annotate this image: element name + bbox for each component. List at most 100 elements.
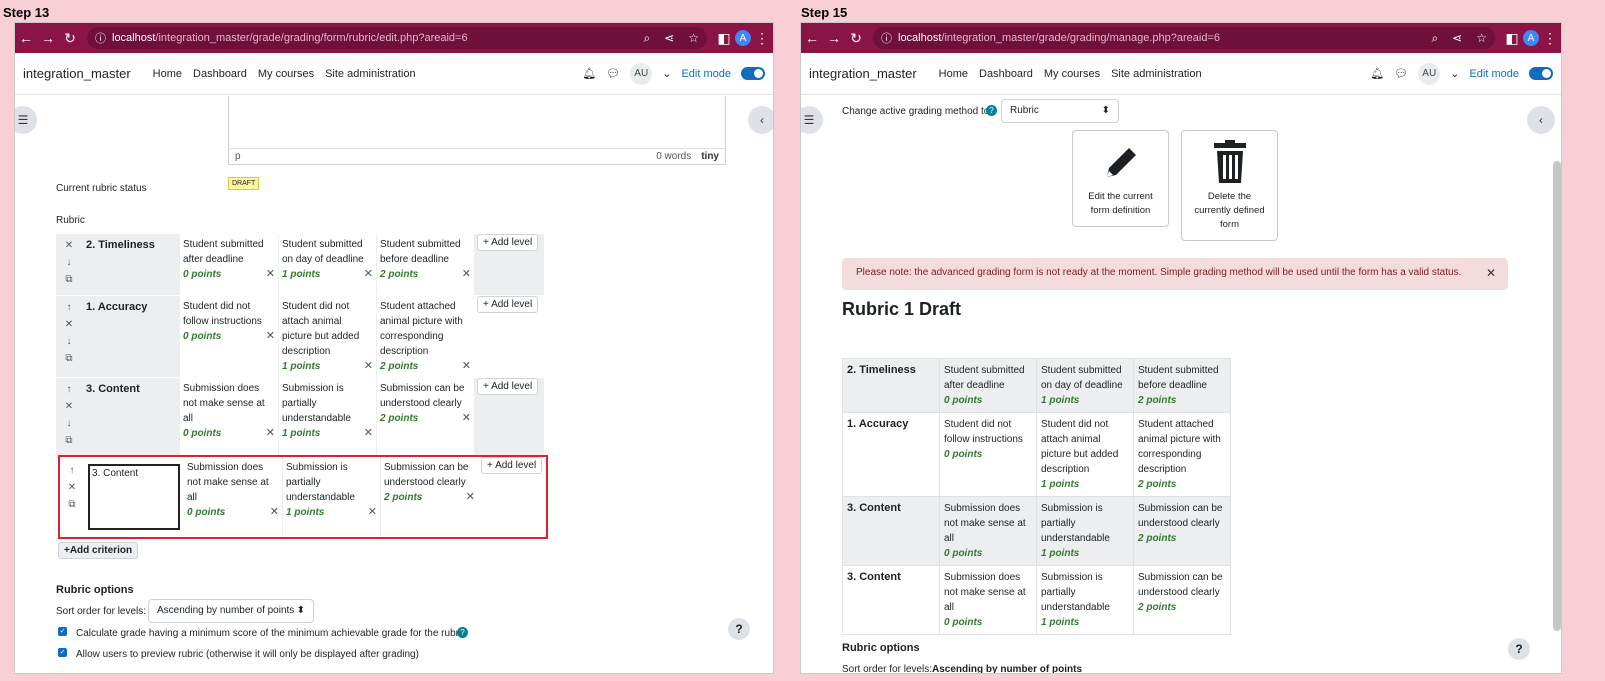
delete-level-icon[interactable]: ✕ (266, 329, 275, 344)
nav-site-administration[interactable]: Site administration (325, 68, 416, 80)
move-up-icon[interactable]: ↑ (67, 384, 72, 395)
add-level-button[interactable]: + Add level (481, 457, 543, 474)
move-up-icon[interactable]: ↑ (67, 302, 72, 313)
reload-icon[interactable]: ↻ (845, 30, 867, 47)
delete-level-icon[interactable]: ✕ (462, 267, 471, 282)
level-cell[interactable]: Submission is partially understandable 1 … (282, 457, 380, 537)
browser-menu-icon[interactable]: ⋮ (1539, 30, 1561, 47)
level-cell[interactable]: Submission does not make sense at all 0 p… (180, 378, 278, 458)
help-circle-icon[interactable]: ? (986, 105, 997, 116)
delete-level-icon[interactable]: ✕ (364, 426, 373, 441)
duplicate-icon[interactable]: ⧉ (65, 274, 72, 285)
level-cell[interactable]: Submission can be understood clearly 2 po… (380, 457, 478, 537)
site-brand[interactable]: integration_master (23, 66, 131, 81)
nav-site-administration[interactable]: Site administration (1111, 68, 1202, 80)
zoom-icon[interactable]: ⌕ (1431, 31, 1438, 46)
delete-level-icon[interactable]: ✕ (364, 359, 373, 374)
level-cell[interactable]: Submission is partially understandable 1 … (278, 378, 376, 458)
help-button[interactable]: ? (1508, 638, 1530, 660)
duplicate-icon[interactable]: ⧉ (68, 499, 75, 510)
move-down-icon[interactable]: ↓ (67, 418, 72, 429)
close-icon[interactable]: ✕ (1486, 266, 1496, 280)
side-panel-icon[interactable]: ◧ (713, 30, 735, 47)
delete-level-icon[interactable]: ✕ (368, 505, 377, 520)
move-up-icon[interactable]: ↑ (70, 465, 75, 476)
level-cell[interactable]: Student submitted on day of deadline 1 po… (278, 234, 376, 295)
forward-arrow-icon[interactable]: → (823, 30, 845, 46)
notification-bell-icon[interactable]: 🔔︎ (582, 67, 596, 80)
delete-criterion-icon[interactable]: ✕ (68, 482, 76, 493)
drawer-chevron-left-icon[interactable]: ‹ (748, 106, 773, 134)
user-menu-avatar[interactable]: AU (630, 62, 653, 85)
sort-order-select[interactable]: Ascending by number of points ⬍ (148, 599, 314, 623)
add-level-button[interactable]: + Add level (477, 296, 539, 313)
delete-form-card[interactable]: Delete the currently defined form (1181, 130, 1278, 241)
nav-my-courses[interactable]: My courses (258, 68, 314, 80)
profile-avatar-icon[interactable]: A (1523, 30, 1539, 46)
delete-criterion-icon[interactable]: ✕ (65, 319, 73, 330)
drawer-chevron-left-icon[interactable]: ‹ (1527, 106, 1555, 134)
chevron-down-icon[interactable]: ⌄ (1450, 67, 1459, 80)
delete-level-icon[interactable]: ✕ (364, 267, 373, 282)
user-menu-avatar[interactable]: AU (1418, 62, 1441, 85)
bookmark-star-icon[interactable]: ☆ (1476, 31, 1487, 46)
minimum-score-checkbox[interactable]: ✓ (58, 627, 67, 636)
course-index-list-icon[interactable]: ☰ (15, 106, 37, 134)
site-info-icon[interactable]: ⓘ (881, 30, 892, 46)
duplicate-icon[interactable]: ⧉ (65, 435, 72, 446)
delete-level-icon[interactable]: ✕ (266, 267, 275, 282)
notification-bell-icon[interactable]: 🔔︎ (1370, 67, 1384, 80)
nav-home[interactable]: Home (939, 68, 968, 80)
share-icon[interactable]: ⋖ (1452, 31, 1462, 46)
course-index-list-icon[interactable]: ☰ (801, 106, 823, 134)
zoom-icon[interactable]: ⌕ (643, 31, 650, 46)
level-cell[interactable]: Student submitted before deadline 2 point… (376, 234, 474, 295)
forward-arrow-icon[interactable]: → (37, 30, 59, 46)
messages-icon[interactable]: 💬︎ (1394, 67, 1408, 80)
level-cell[interactable]: Submission can be understood clearly 2 po… (376, 378, 474, 458)
site-info-icon[interactable]: ⓘ (95, 30, 106, 46)
site-brand[interactable]: integration_master (809, 66, 917, 81)
criterion-title[interactable]: 1. Accuracy (82, 296, 180, 377)
edit-form-card[interactable]: Edit the current form definition (1072, 130, 1169, 227)
help-circle-icon[interactable]: ? (457, 627, 468, 638)
address-bar[interactable]: ⓘ localhost/integration_master/grade/gra… (87, 27, 707, 49)
allow-preview-checkbox[interactable]: ✓ (58, 648, 67, 657)
move-down-icon[interactable]: ↓ (67, 336, 72, 347)
move-down-icon[interactable]: ↓ (67, 257, 72, 268)
delete-level-icon[interactable]: ✕ (270, 505, 279, 520)
nav-dashboard[interactable]: Dashboard (979, 68, 1033, 80)
level-cell[interactable]: Student did not follow instructions 0 poi… (180, 296, 278, 377)
nav-dashboard[interactable]: Dashboard (193, 68, 247, 80)
delete-criterion-icon[interactable]: ✕ (65, 240, 73, 251)
level-cell[interactable]: Student submitted after deadline 0 points… (180, 234, 278, 295)
edit-mode-toggle[interactable] (741, 67, 765, 80)
back-arrow-icon[interactable]: ← (801, 30, 823, 46)
side-panel-icon[interactable]: ◧ (1501, 30, 1523, 47)
bookmark-star-icon[interactable]: ☆ (688, 31, 699, 46)
description-editor[interactable]: p 0 words tiny (228, 96, 726, 165)
page-scrollbar[interactable] (1553, 161, 1561, 631)
grading-method-select[interactable]: Rubric ⬍ (1001, 99, 1119, 123)
level-cell[interactable]: Student attached animal picture with cor… (376, 296, 474, 377)
level-cell[interactable]: Submission does not make sense at all 0 p… (184, 457, 282, 537)
level-cell[interactable]: Student did not attach animal picture bu… (278, 296, 376, 377)
duplicate-icon[interactable]: ⧉ (65, 353, 72, 364)
share-icon[interactable]: ⋖ (664, 31, 674, 46)
nav-my-courses[interactable]: My courses (1044, 68, 1100, 80)
add-level-button[interactable]: + Add level (477, 234, 539, 251)
profile-avatar-icon[interactable]: A (735, 30, 751, 46)
delete-level-icon[interactable]: ✕ (466, 490, 475, 505)
delete-level-icon[interactable]: ✕ (266, 426, 275, 441)
criterion-title[interactable]: 2. Timeliness (82, 234, 180, 295)
criterion-title-input[interactable]: 3. Content (88, 464, 180, 530)
delete-criterion-icon[interactable]: ✕ (65, 401, 73, 412)
add-criterion-button[interactable]: +Add criterion (58, 542, 139, 559)
delete-level-icon[interactable]: ✕ (462, 359, 471, 374)
nav-home[interactable]: Home (153, 68, 182, 80)
messages-icon[interactable]: 💬︎ (606, 67, 620, 80)
address-bar[interactable]: ⓘ localhost/integration_master/grade/gra… (873, 27, 1495, 49)
delete-level-icon[interactable]: ✕ (462, 411, 471, 426)
edit-mode-toggle[interactable] (1529, 67, 1553, 80)
back-arrow-icon[interactable]: ← (15, 30, 37, 46)
